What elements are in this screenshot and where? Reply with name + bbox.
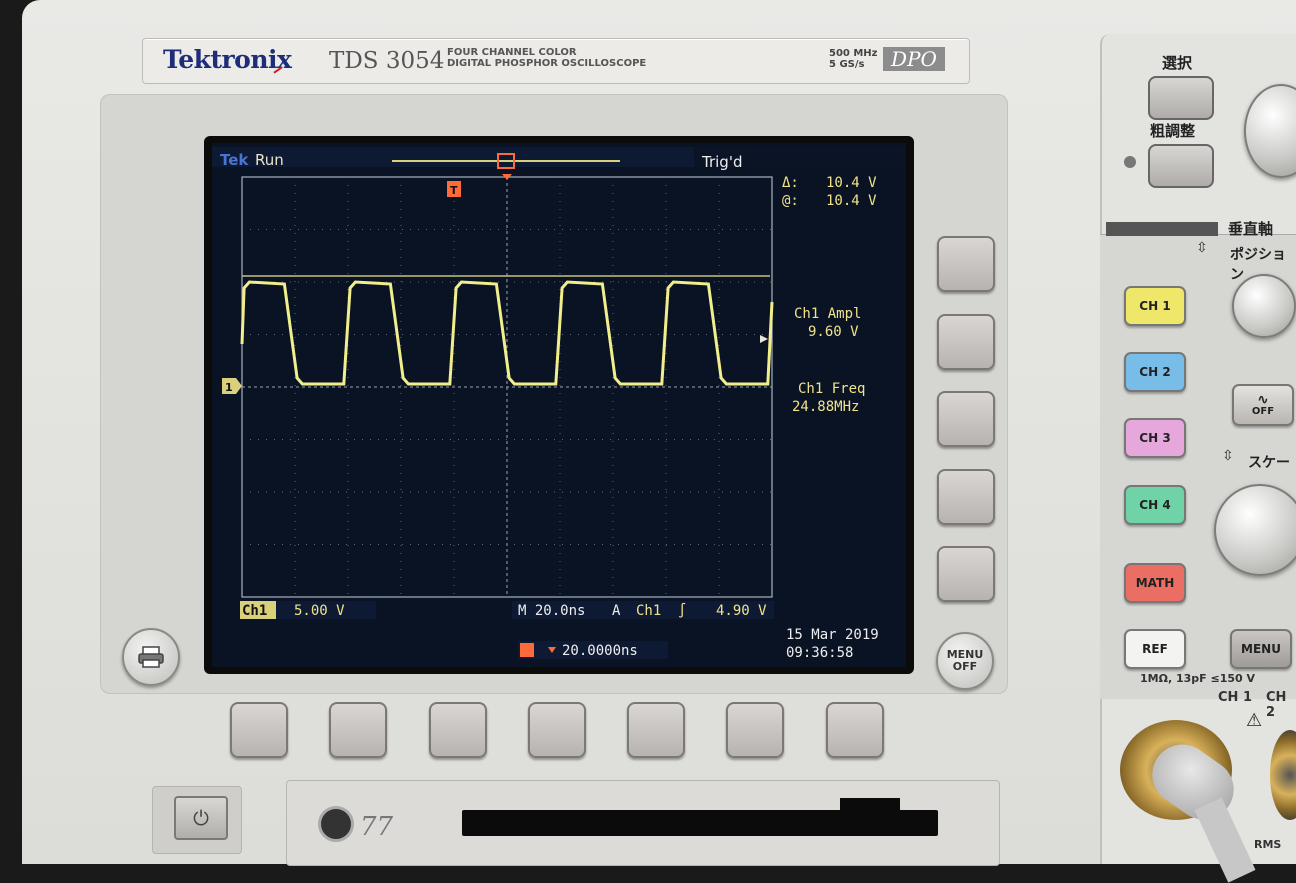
ch1-label: Ch1: [242, 603, 267, 619]
meas1-value: 9.60 V: [808, 324, 859, 340]
display-svg: Tek Run Trig'd T 1 Δ: 10.4 V @: 10.4 V C…: [212, 147, 906, 661]
spec-sample-rate: 5 GS/s: [829, 59, 865, 70]
model-number: TDS 3054: [329, 48, 445, 74]
side-menu-button-2[interactable]: [937, 314, 995, 370]
menu-off-button[interactable]: MENU OFF: [936, 632, 994, 690]
trig-source-prefix: A: [612, 603, 621, 619]
fine-label: 粗調整: [1150, 122, 1196, 140]
bottom-menu-button-4[interactable]: [528, 702, 586, 758]
vertical-scale-knob[interactable]: [1214, 484, 1296, 576]
vertical-position-knob[interactable]: [1232, 274, 1296, 338]
scale-arrows-icon: ⇳: [1222, 448, 1234, 464]
model-plate: Tektronix TDS 3054 FOUR CHANNEL COLOR DI…: [142, 38, 970, 84]
trig-position-icon: [520, 643, 534, 657]
side-menu-button-5[interactable]: [937, 546, 995, 602]
vertical-divider: [1106, 222, 1218, 236]
bottom-readouts: Ch1 5.00 V M 20.0ns A Ch1 ∫ 4.90 V 20.00…: [242, 601, 879, 661]
meas1-label: Ch1 Ampl: [794, 306, 861, 322]
trigger-marker-label: T: [450, 184, 458, 197]
drive-eject-hole: [318, 806, 354, 842]
fine-button[interactable]: [1148, 144, 1214, 188]
input-ch1-label: CH 1: [1218, 690, 1252, 705]
delta-value: 10.4 V: [826, 175, 877, 191]
ch1-marker-label: 1: [225, 381, 233, 394]
ch1-scale: 5.00 V: [294, 603, 345, 619]
oscilloscope-display: Tek Run Trig'd T 1 Δ: 10.4 V @: 10.4 V C…: [212, 143, 906, 667]
off-button[interactable]: ∿ OFF: [1232, 384, 1294, 426]
drive-logo-icon: 77: [360, 812, 394, 842]
warning-icon: ⚠: [1246, 710, 1263, 731]
printer-icon: [138, 646, 164, 668]
trig-level: 4.90 V: [716, 603, 767, 619]
bottom-menu-button-3[interactable]: [429, 702, 487, 758]
power-button[interactable]: ⏻: [174, 796, 228, 840]
ref-button[interactable]: REF: [1124, 629, 1186, 669]
bottom-menu-button-1[interactable]: [230, 702, 288, 758]
side-menu-button-3[interactable]: [937, 391, 995, 447]
tek-brand: Tek: [220, 151, 249, 169]
off-label: OFF: [1251, 405, 1275, 417]
description-line-1: FOUR CHANNEL COLOR: [447, 47, 577, 58]
timebase: M 20.0ns: [518, 603, 585, 619]
trigger-level-marker: [760, 335, 768, 343]
at-value: 10.4 V: [826, 193, 877, 209]
ch3-button[interactable]: CH 3: [1124, 418, 1186, 458]
dpo-badge: DPO: [883, 47, 945, 71]
vertical-menu-button[interactable]: MENU: [1230, 629, 1292, 669]
meas2-label: Ch1 Freq: [798, 381, 865, 397]
acq-state: Run: [255, 151, 284, 169]
position-arrows-icon: ⇳: [1196, 240, 1208, 256]
trig-source: Ch1: [636, 603, 661, 619]
scale-label: スケー: [1248, 455, 1290, 471]
vertical-label: 垂直軸: [1228, 220, 1274, 238]
off-wave-icon: ∿: [1257, 391, 1269, 408]
bottom-menu-button-7[interactable]: [826, 702, 884, 758]
indicator-led: [1124, 156, 1136, 168]
at-label: @:: [782, 193, 799, 209]
bottom-menu-button-5[interactable]: [627, 702, 685, 758]
select-label: 選択: [1162, 54, 1193, 72]
ch2-button[interactable]: CH 2: [1124, 352, 1186, 392]
brand-logo: Tektronix: [163, 45, 292, 74]
ch1-button[interactable]: CH 1: [1124, 286, 1186, 326]
time: 09:36:58: [786, 645, 853, 661]
floppy-slot[interactable]: [462, 810, 938, 836]
model-description: FOUR CHANNEL COLOR DIGITAL PHOSPHOR OSCI…: [447, 47, 646, 69]
trigger-slope-icon: ∫: [678, 602, 686, 619]
meas2-value: 24.88MHz: [792, 399, 859, 415]
bottom-menu-button-6[interactable]: [726, 702, 784, 758]
status-bar: [212, 147, 694, 167]
trig-position: 20.0000ns: [562, 643, 638, 659]
select-button[interactable]: [1148, 76, 1214, 120]
cursor-readouts: Δ: 10.4 V @: 10.4 V Ch1 Ampl 9.60 V Ch1 …: [782, 175, 877, 415]
side-menu-button-1[interactable]: [937, 236, 995, 292]
delta-label: Δ:: [782, 175, 799, 191]
ch4-button[interactable]: CH 4: [1124, 485, 1186, 525]
power-icon: ⏻: [193, 806, 209, 830]
print-button[interactable]: [122, 628, 180, 686]
description-line-2: DIGITAL PHOSPHOR OSCILLOSCOPE: [447, 58, 647, 69]
rms-label: RMS: [1254, 838, 1282, 851]
side-menu-button-4[interactable]: [937, 469, 995, 525]
graticule: [241, 176, 773, 598]
input-ch2-label: CH 2: [1266, 690, 1287, 720]
math-button[interactable]: MATH: [1124, 563, 1186, 603]
input-spec: 1MΩ, 13pF ≤150 V: [1140, 672, 1256, 685]
bottom-menu-button-2[interactable]: [329, 702, 387, 758]
trigger-state: Trig'd: [701, 153, 742, 171]
model-spec: 500 MHz 5 GS/s: [829, 48, 878, 70]
spec-bandwidth: 500 MHz: [829, 48, 878, 59]
date: 15 Mar 2019: [786, 627, 879, 643]
